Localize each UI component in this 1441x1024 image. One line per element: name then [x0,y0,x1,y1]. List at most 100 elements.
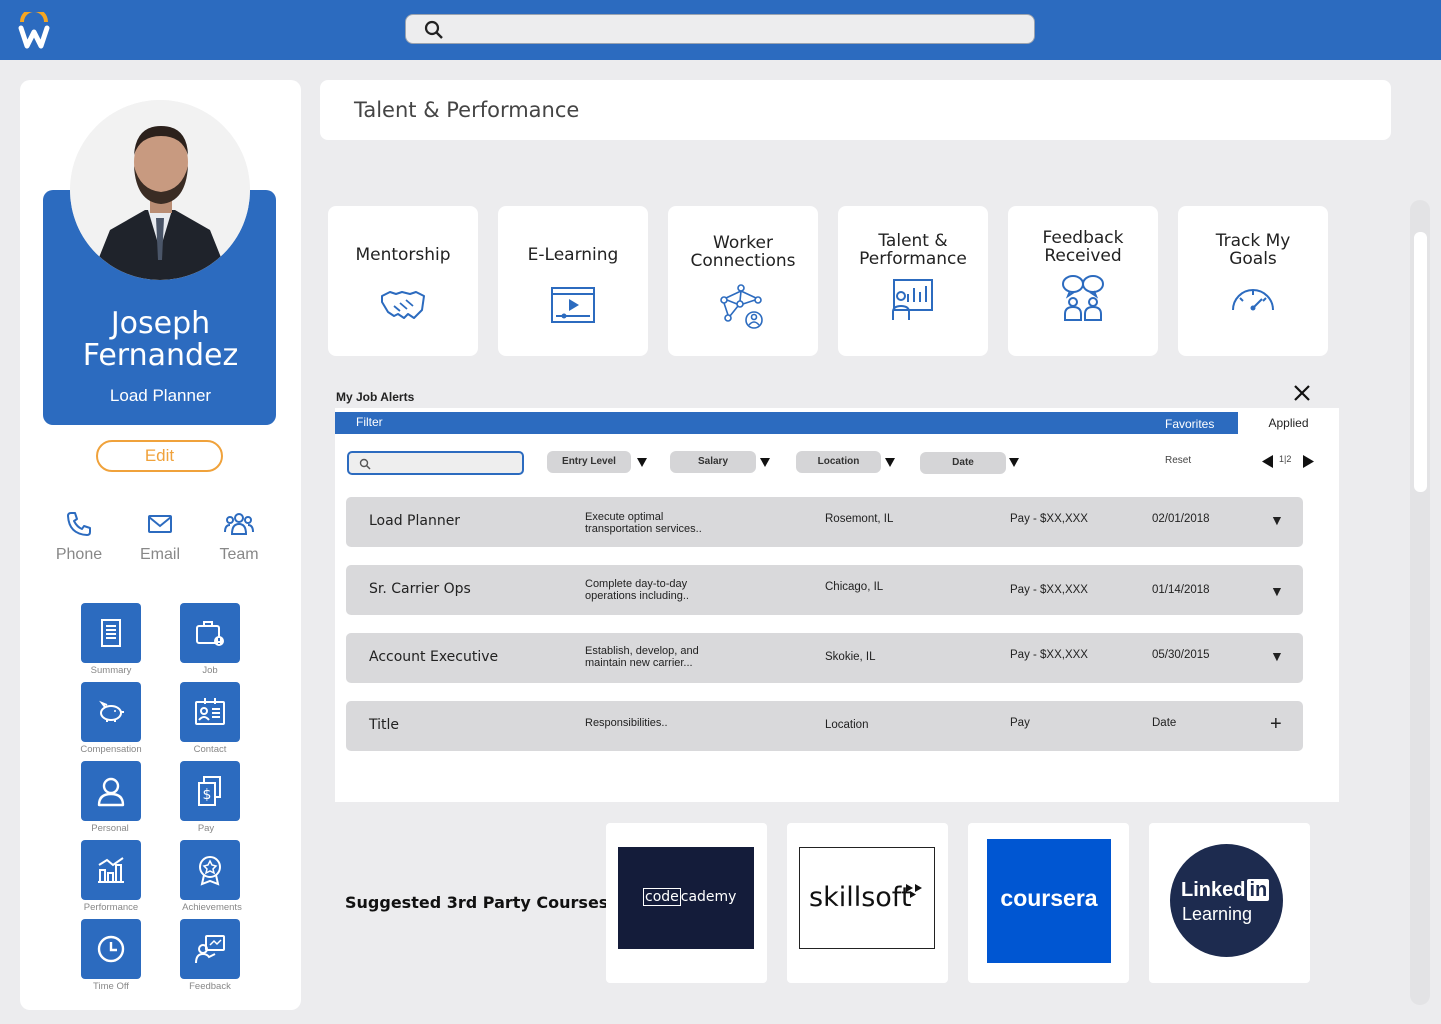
row-expand-icon[interactable]: ▼ [1270,512,1284,528]
workday-logo[interactable] [16,12,52,52]
row-date: 05/30/2015 [1152,649,1210,661]
email-action[interactable]: Email [120,510,200,564]
table-row[interactable]: Sr. Carrier Ops Complete day-to-day opera… [346,565,1303,615]
row-pay: Pay [1010,717,1030,729]
briefcase-icon [196,621,224,646]
row-description: Complete day-to-day operations including.… [585,578,755,602]
profile-name: Joseph Fernandez [20,308,301,372]
video-player-icon [551,287,595,323]
codecademy-logo-text: cademy [680,889,737,905]
phone-action[interactable]: Phone [39,510,119,564]
course-skillsoft[interactable]: skillsoft [787,823,948,983]
card-mentorship-label: Mentorship [355,245,451,265]
chevron-down-icon[interactable] [637,458,647,467]
row-pay: Pay - $XX,XXX [1010,649,1088,661]
row-expand-icon[interactable]: ▼ [1270,583,1284,599]
handshake-icon [381,291,425,319]
course-codecademy[interactable]: code cademy [606,823,767,983]
codecademy-logo-code: code [643,888,681,906]
person-icon [97,777,125,807]
dollar-document-icon: $ [198,776,221,806]
course-coursera[interactable]: coursera [968,823,1129,983]
card-worker-connections-line2: Connections [690,251,796,271]
coursera-logo: coursera [987,839,1111,963]
codecademy-logo: code cademy [618,847,754,949]
filter-date[interactable]: Date [920,452,1006,474]
filter-location[interactable]: Location [796,451,881,473]
card-track-my-goals[interactable]: Track My Goals [1178,206,1328,356]
card-feedback-received-line2: Received [1044,246,1122,266]
row-description-line2: operations including.. [585,590,689,602]
skillsoft-logo-text: skillsoft [809,882,912,913]
tile-achievements[interactable] [180,840,240,900]
card-talent-performance[interactable]: Talent & Performance [838,206,988,356]
row-add-icon[interactable]: + [1270,713,1282,736]
chevron-down-icon[interactable] [1009,458,1019,467]
row-location: Skokie, IL [825,651,876,663]
table-row[interactable]: Title Responsibilities.. Location Pay Da… [346,701,1303,751]
tile-pay[interactable]: $ [180,761,240,821]
card-e-learning[interactable]: E-Learning [498,206,648,356]
profile-job-title: Load Planner [109,386,212,405]
tile-performance-label: Performance [83,902,139,913]
page-title: Talent & Performance [354,98,580,122]
tile-achievements-label: Achievements [182,902,242,913]
table-row[interactable]: Account Executive Establish, develop, an… [346,633,1303,683]
team-action[interactable]: Team [199,510,279,564]
close-icon[interactable] [1292,383,1312,403]
course-linkedin-learning[interactable]: Linked in Learning [1149,823,1310,983]
tile-time-off[interactable] [81,919,141,979]
profile-first-name: Joseph [110,306,211,341]
edit-button[interactable]: Edit [96,440,223,472]
table-row[interactable]: Load Planner Execute optimal transportati… [346,497,1303,547]
row-description-line2: maintain new carrier... [585,657,693,669]
tab-applied[interactable]: Applied [1238,412,1339,434]
tile-compensation[interactable] [81,682,141,742]
filter-entry-level[interactable]: Entry Level [547,451,631,473]
reset-button[interactable]: Reset [1165,455,1191,466]
page-header: Talent & Performance [320,80,1391,140]
scrollbar-thumb[interactable] [1414,232,1427,492]
card-worker-connections-line1: Worker [713,233,773,253]
job-search-input[interactable] [347,451,524,475]
chevron-down-icon[interactable] [760,458,770,467]
prev-page-icon[interactable] [1262,455,1274,468]
skillsoft-logo: skillsoft [799,847,935,949]
card-mentorship[interactable]: Mentorship [328,206,478,356]
row-expand-icon[interactable]: ▼ [1270,648,1284,664]
linkedin-learning-logo: Linked in Learning [1170,844,1283,957]
chevron-down-icon[interactable] [885,458,895,467]
search-input[interactable] [405,14,1035,44]
tile-feedback[interactable] [180,919,240,979]
card-feedback-received[interactable]: Feedback Received [1008,206,1158,356]
coursera-logo-text: coursera [1000,885,1098,911]
award-icon [199,856,221,886]
filter-bar: Filter Favorites [335,412,1238,434]
row-date: Date [1152,717,1177,729]
filter-salary[interactable]: Salary [670,451,756,473]
people-speech-icon [1062,275,1104,321]
card-worker-connections[interactable]: Worker Connections [668,206,818,356]
profile-last-name: Fernandez [82,338,239,373]
search-icon [424,20,443,39]
tile-pay-label: Pay [197,823,215,834]
tile-summary[interactable] [81,603,141,663]
tile-contact[interactable] [180,682,240,742]
row-description: Establish, develop, and maintain new carr… [585,645,755,669]
card-track-my-goals-line2: Goals [1229,249,1277,269]
tile-personal[interactable] [81,761,141,821]
tab-favorites[interactable]: Favorites [1165,417,1214,431]
document-icon [101,619,121,647]
row-pay: Pay - $XX,XXX [1010,513,1088,525]
row-date: 01/14/2018 [1152,584,1210,596]
job-alerts-title: My Job Alerts [336,390,415,404]
next-page-icon[interactable] [1302,455,1314,468]
phone-label: Phone [55,546,103,563]
tile-job[interactable] [180,603,240,663]
tile-performance[interactable] [81,840,141,900]
row-title: Account Executive [369,649,499,665]
filter-label[interactable]: Filter [356,415,383,429]
suggested-courses-title: Suggested 3rd Party Courses [345,893,609,912]
card-talent-performance-line2: Performance [859,249,967,269]
feedback-icon [195,935,225,964]
